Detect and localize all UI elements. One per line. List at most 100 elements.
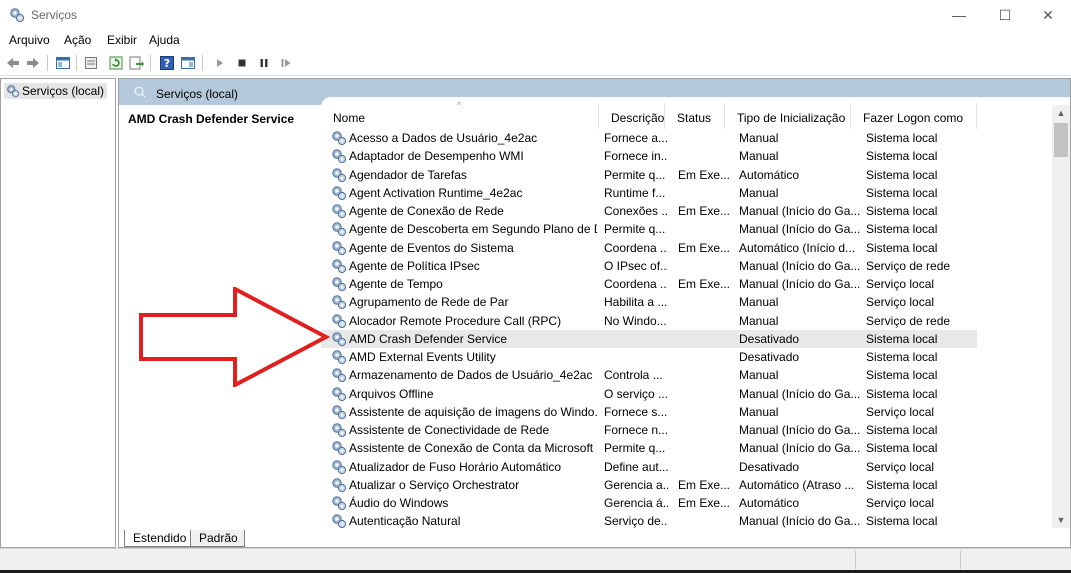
back-arrow-icon[interactable] (5, 55, 21, 71)
cell-logon: Sistema local (866, 131, 938, 145)
console-tree-icon[interactable] (55, 55, 71, 71)
table-row[interactable]: Agrupamento de Rede de Par Habilita a ...… (321, 293, 977, 311)
cell-descricao: Coordena ... (604, 240, 668, 255)
cell-descricao: Coordena ... (604, 277, 668, 291)
cell-descricao: Fornece in... (604, 149, 668, 164)
forward-arrow-icon[interactable] (25, 55, 41, 71)
table-row[interactable]: Agente de Tempo Coordena ... Em Exe... Manu… (321, 275, 977, 293)
table-row[interactable]: Arquivos Offline O serviço ... Manual (Iní… (321, 385, 977, 403)
table-row[interactable]: AMD External Events Utility Desativado Sis… (321, 348, 977, 366)
table-row[interactable]: Atualizar o Serviço Orchestrator Gerencia… (321, 476, 977, 494)
table-row[interactable]: AMD Crash Defender Service Desativado Sist… (321, 329, 977, 348)
service-gear-icon (332, 167, 347, 182)
cell-status: Em Exe... (678, 240, 731, 255)
menu-exibir[interactable]: Exibir (107, 33, 137, 47)
cell-descricao: No Windo... (604, 313, 667, 328)
vertical-scrollbar[interactable]: ▲ ▼ (1052, 105, 1070, 528)
tab-estendido[interactable]: Estendido (124, 530, 194, 547)
pause-icon[interactable] (256, 55, 272, 71)
status-divider (960, 551, 961, 569)
service-gear-icon (332, 459, 347, 474)
properties-icon[interactable] (83, 55, 99, 71)
table-row[interactable]: Agente de Política IPsec O IPsec of... Man… (321, 257, 977, 275)
cell-nome: Assistente de Conexão de Conta da Micros… (349, 441, 594, 456)
sort-ascending-icon: ^ (457, 100, 462, 110)
tree-item-services-local[interactable]: Serviços (local) (4, 83, 108, 99)
table-row[interactable]: Agendador de Tarefas Permite q... Em Exe..… (321, 166, 977, 184)
cell-tipo-inicializacao: Automático (Atraso ... (739, 477, 855, 492)
cell-status: Em Exe... (678, 496, 731, 510)
cell-tipo-inicializacao: Manual (Início do Ga... (739, 258, 861, 273)
menu-ajuda[interactable]: Ajuda (149, 33, 180, 47)
scroll-up-icon[interactable]: ▲ (1052, 105, 1070, 121)
cell-nome: Atualizador de Fuso Horário Automático (349, 459, 562, 474)
cell-logon: Serviço local (866, 459, 935, 474)
table-row[interactable]: Assistente de aquisição de imagens do Wi… (321, 403, 977, 421)
cell-logon: Sistema local (866, 441, 938, 456)
column-header-nome[interactable]: Nome ^ (321, 100, 599, 129)
table-row[interactable]: Armazenamento de Dados de Usuário_4e2ac C… (321, 366, 977, 384)
service-gear-icon (332, 240, 347, 255)
toolbar-separator (76, 55, 77, 71)
table-row[interactable]: Atualizador de Fuso Horário Automático De… (321, 458, 977, 476)
table-row[interactable]: Agent Activation Runtime_4e2ac Runtime f.… (321, 184, 977, 202)
menu-acao[interactable]: Ação (64, 33, 91, 47)
maximize-button[interactable]: ☐ (982, 0, 1028, 30)
column-header-descricao[interactable]: Descrição (599, 103, 665, 129)
cell-tipo-inicializacao: Desativado (739, 331, 800, 346)
cell-tipo-inicializacao: Manual (739, 295, 779, 310)
cell-tipo-inicializacao: Automático (739, 496, 800, 510)
status-divider (855, 551, 856, 569)
cell-status: Em Exe... (678, 277, 731, 291)
cell-nome: Agendador de Tarefas (349, 167, 467, 182)
table-row[interactable]: Agente de Conexão de Rede Conexões ... Em … (321, 202, 977, 220)
cell-logon: Sistema local (866, 204, 938, 218)
cell-tipo-inicializacao: Manual (Início do Ga... (739, 222, 861, 237)
menu-arquivo[interactable]: Arquivo (9, 33, 50, 47)
tab-padrao[interactable]: Padrão (190, 530, 245, 547)
cell-descricao: Define aut... (604, 459, 668, 474)
service-gear-icon (332, 350, 347, 365)
cell-logon: Sistema local (866, 240, 938, 255)
export-list-icon[interactable] (128, 55, 144, 71)
table-row[interactable]: Assistente de Conexão de Conta da Micros… (321, 439, 977, 457)
column-header-status[interactable]: Status (665, 103, 725, 129)
table-row[interactable]: Assistente de Conectividade de Rede Forne… (321, 421, 977, 439)
cell-tipo-inicializacao: Automático (Início d... (739, 240, 856, 255)
table-row[interactable]: Agente de Eventos do Sistema Coordena ...… (321, 239, 977, 257)
cell-tipo-inicializacao: Manual (Início do Ga... (739, 386, 861, 401)
cell-logon: Sistema local (866, 386, 938, 401)
cell-logon: Sistema local (866, 350, 938, 364)
scrollbar-thumb[interactable] (1054, 123, 1068, 157)
resume-icon[interactable] (278, 55, 294, 71)
show-hide-pane-icon[interactable] (180, 55, 196, 71)
search-icon (134, 86, 146, 98)
cell-nome: Armazenamento de Dados de Usuário_4e2ac (349, 368, 593, 383)
table-row[interactable]: Adaptador de Desempenho WMI Fornece in...… (321, 147, 977, 165)
table-row[interactable]: Agente de Descoberta em Segundo Plano de… (321, 220, 977, 238)
cell-descricao: Conexões ... (604, 204, 668, 218)
cell-descricao: Fornece n... (604, 423, 668, 437)
cell-descricao: Fornece s... (604, 404, 668, 419)
cell-tipo-inicializacao: Manual (Início do Ga... (739, 204, 861, 218)
column-header-tipo-inicializacao[interactable]: Tipo de Inicialização (725, 103, 851, 129)
play-icon[interactable] (212, 55, 228, 71)
cell-logon: Serviço local (866, 496, 935, 510)
tree-item-label: Serviços (local) (22, 84, 105, 98)
scroll-down-icon[interactable]: ▼ (1052, 512, 1070, 528)
minimize-button[interactable]: — (936, 0, 982, 30)
table-row[interactable]: Alocador Remote Procedure Call (RPC) No W… (321, 312, 977, 330)
column-header-logon[interactable]: Fazer Logon como (851, 103, 977, 129)
stop-icon[interactable] (234, 55, 250, 71)
cell-descricao: Permite q... (604, 222, 666, 237)
table-row[interactable]: Acesso a Dados de Usuário_4e2ac Fornece a… (321, 129, 977, 147)
cell-logon: Sistema local (866, 331, 938, 346)
refresh-icon[interactable] (108, 55, 124, 71)
cell-descricao: Fornece a... (604, 131, 668, 145)
cell-tipo-inicializacao: Manual (739, 149, 779, 164)
close-button[interactable]: ✕ (1025, 0, 1071, 30)
cell-nome: Assistente de Conectividade de Rede (349, 423, 550, 437)
help-icon[interactable]: ? (159, 55, 175, 71)
table-row[interactable]: Áudio do Windows Gerencia á... Em Exe... Au… (321, 494, 977, 512)
cell-status: Em Exe... (678, 167, 731, 182)
